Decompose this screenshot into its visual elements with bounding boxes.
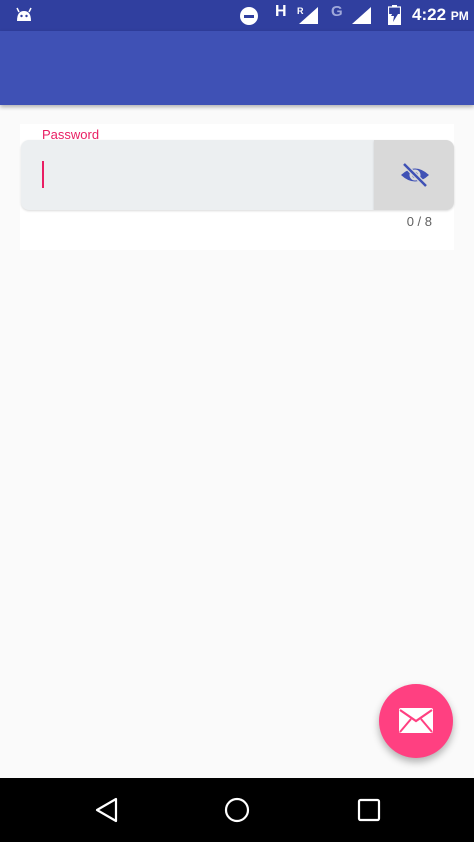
character-counter: 0 / 8 (406, 214, 432, 229)
signal-icon-2 (352, 7, 371, 24)
password-visibility-toggle[interactable] (374, 140, 454, 210)
clock-suffix: PM (450, 9, 469, 23)
email-fab-button[interactable] (379, 684, 453, 758)
status-bar: H R G 4:22 PM (0, 0, 474, 31)
clock-time: 4:22 (412, 5, 447, 24)
network-g-label: G (331, 3, 343, 20)
navigation-bar (0, 778, 474, 842)
android-icon (16, 7, 32, 21)
battery-icon (388, 5, 401, 25)
text-cursor (42, 161, 44, 188)
app-bar (0, 31, 474, 105)
home-button[interactable] (222, 795, 252, 825)
password-input[interactable] (21, 140, 374, 210)
email-icon (399, 708, 433, 733)
password-card: Password 0 / 8 (20, 124, 454, 250)
visibility-off-icon (401, 162, 429, 188)
network-h-label: H (275, 3, 287, 20)
signal-icon (299, 7, 318, 24)
do-not-disturb-icon (240, 7, 258, 25)
recents-button[interactable] (354, 795, 384, 825)
back-button[interactable] (92, 795, 122, 825)
clock: 4:22 PM (412, 5, 469, 25)
